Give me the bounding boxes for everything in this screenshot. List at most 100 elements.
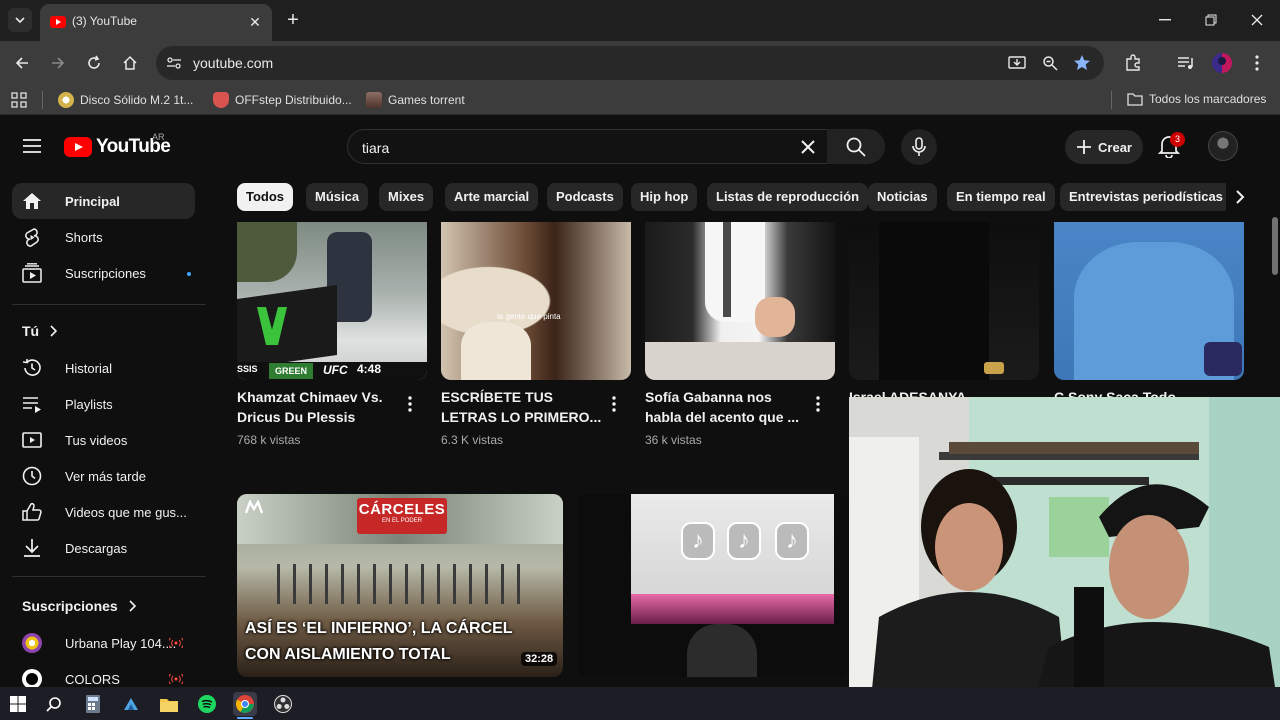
new-tab-button[interactable]: + bbox=[282, 9, 304, 31]
video-title[interactable]: Sofía Gabanna nos habla del acento que ..… bbox=[645, 387, 799, 427]
video-thumbnail-israel[interactable] bbox=[849, 222, 1039, 380]
chrome-icon bbox=[236, 695, 254, 713]
channel-avatar bbox=[22, 669, 42, 687]
video-thumbnail-letras[interactable]: la gente que pinta bbox=[441, 222, 631, 380]
hamburger-menu-icon[interactable] bbox=[22, 138, 42, 154]
download-icon bbox=[24, 539, 40, 557]
chip-entrevistas[interactable]: Entrevistas periodísticas bbox=[1060, 183, 1232, 211]
taskbar-chrome[interactable] bbox=[233, 692, 257, 716]
all-bookmarks-folder[interactable]: Todos los marcadores bbox=[1127, 92, 1266, 106]
sidebar-item-descargas[interactable]: Descargas bbox=[12, 530, 195, 566]
chip-hip-hop[interactable]: Hip hop bbox=[631, 183, 698, 211]
chips-next-button[interactable] bbox=[1226, 183, 1254, 211]
taskbar-spotify[interactable] bbox=[195, 692, 219, 716]
tab-title: (3) YouTube bbox=[72, 14, 137, 28]
extensions-button[interactable] bbox=[1121, 51, 1145, 75]
search-button[interactable] bbox=[827, 129, 885, 164]
sidebar-sub-colors[interactable]: COLORS bbox=[12, 661, 195, 687]
video-views: 768 k vistas bbox=[237, 433, 301, 447]
video-thumbnail-carcel[interactable]: CÁRCELES EN EL PODER ASÍ ES ‘EL INFIERNO… bbox=[237, 494, 563, 677]
video-thumbnail-sofia[interactable] bbox=[645, 222, 835, 380]
youtube-logo[interactable]: YouTube AR bbox=[64, 132, 171, 158]
chip-mixes[interactable]: Mixes bbox=[379, 183, 434, 211]
restore-button[interactable] bbox=[1188, 0, 1234, 40]
chip-musica[interactable]: Música bbox=[306, 183, 369, 211]
forward-button[interactable] bbox=[46, 51, 70, 75]
taskbar-file-explorer[interactable] bbox=[157, 692, 181, 716]
close-tab-icon[interactable]: ✕ bbox=[246, 13, 264, 31]
chip-todos[interactable]: Todos bbox=[237, 183, 294, 211]
video-options-icon[interactable] bbox=[408, 396, 412, 412]
reload-button[interactable] bbox=[82, 51, 106, 75]
active-app-indicator bbox=[237, 717, 253, 719]
media-controls-button[interactable] bbox=[1174, 51, 1198, 75]
sidebar-item-principal[interactable]: Principal bbox=[12, 183, 195, 219]
chip-podcasts[interactable]: Podcasts bbox=[547, 183, 623, 211]
start-button[interactable] bbox=[6, 692, 30, 716]
sidebar-label: Principal bbox=[65, 194, 120, 209]
profile-button[interactable] bbox=[1210, 51, 1234, 75]
clear-search-icon[interactable] bbox=[799, 138, 817, 156]
voice-search-button[interactable] bbox=[901, 129, 937, 165]
close-window-button[interactable] bbox=[1234, 0, 1280, 40]
video-duration: 32:28 bbox=[521, 652, 558, 666]
video-thumbnail-music-stage[interactable]: ♪ ♪ ♪ bbox=[577, 494, 849, 677]
sidebar-item-playlists[interactable]: Playlists bbox=[12, 386, 195, 422]
back-button[interactable] bbox=[10, 51, 34, 75]
taskbar-search[interactable] bbox=[42, 692, 66, 716]
bookmark-star-icon[interactable] bbox=[1073, 54, 1091, 72]
sidebar-item-historial[interactable]: Historial bbox=[12, 350, 195, 386]
video-options-icon[interactable] bbox=[612, 396, 616, 412]
tab-search-button[interactable] bbox=[8, 8, 32, 32]
bookmark-offstep[interactable]: OFFstep Distribuido... bbox=[213, 92, 352, 108]
search-input[interactable]: tiara bbox=[347, 129, 827, 164]
url-text: youtube.com bbox=[193, 55, 274, 71]
chip-arte-marcial[interactable]: Arte marcial bbox=[445, 183, 539, 211]
apps-grid-icon[interactable] bbox=[11, 92, 27, 108]
create-button[interactable]: Crear bbox=[1065, 130, 1143, 164]
browser-toolbar: youtube.com bbox=[0, 41, 1280, 85]
sidebar-label: Tus videos bbox=[65, 433, 128, 448]
chip-en-tiempo-real[interactable]: En tiempo real bbox=[947, 183, 1055, 211]
video-title[interactable]: Khamzat Chimaev Vs. Dricus Du Plessis bbox=[237, 387, 383, 427]
sidebar-item-ver-mas-tarde[interactable]: Ver más tarde bbox=[12, 458, 195, 494]
site-settings-icon[interactable] bbox=[166, 56, 182, 70]
bookmark-games-torrent[interactable]: Games torrent bbox=[366, 92, 465, 108]
video-thumbnail-ufc[interactable]: SSIS GREEN UFC 4:48 bbox=[237, 222, 427, 380]
shorts-icon bbox=[25, 228, 39, 247]
chip-noticias[interactable]: Noticias bbox=[868, 183, 937, 211]
subscriptions-section-header[interactable]: Suscripciones bbox=[22, 598, 136, 614]
scrollbar-thumb[interactable] bbox=[1272, 217, 1278, 275]
video-options-icon[interactable] bbox=[816, 396, 820, 412]
install-app-icon[interactable] bbox=[1008, 55, 1026, 71]
taskbar-obs[interactable] bbox=[271, 692, 295, 716]
home-button[interactable] bbox=[118, 51, 142, 75]
chip-listas[interactable]: Listas de reproducción bbox=[707, 183, 869, 211]
sidebar-item-suscripciones[interactable]: Suscripciones bbox=[12, 255, 195, 291]
sidebar-item-liked-videos[interactable]: Videos que me gus... bbox=[12, 494, 195, 530]
minimize-button[interactable] bbox=[1142, 0, 1188, 40]
taskbar-app-blue[interactable] bbox=[119, 692, 143, 716]
windows-logo-icon bbox=[10, 696, 26, 712]
sidebar-item-shorts[interactable]: Shorts bbox=[12, 219, 195, 255]
history-icon bbox=[22, 359, 41, 376]
live-broadcast-icon bbox=[169, 638, 183, 648]
create-label: Crear bbox=[1098, 139, 1132, 155]
bookmarks-divider bbox=[1111, 91, 1112, 109]
zoom-icon[interactable] bbox=[1042, 55, 1058, 71]
sidebar-item-tus-videos[interactable]: Tus videos bbox=[12, 422, 195, 458]
you-section-header[interactable]: Tú bbox=[22, 323, 58, 339]
puzzle-icon bbox=[1126, 54, 1140, 71]
video-thumbnail-csony[interactable] bbox=[1054, 222, 1244, 380]
bookmarks-divider bbox=[42, 91, 43, 109]
sidebar-label: Urbana Play 104.... bbox=[65, 636, 177, 651]
bookmark-disco[interactable]: Disco Sólido M.2 1t... bbox=[58, 92, 193, 108]
video-title[interactable]: ESCRÍBETE TUS LETRAS LO PRIMERO... bbox=[441, 387, 601, 427]
address-bar[interactable]: youtube.com bbox=[156, 46, 1104, 80]
active-tab[interactable]: (3) YouTube ✕ bbox=[40, 4, 272, 41]
sidebar-sub-urbana-play[interactable]: Urbana Play 104.... bbox=[12, 625, 195, 661]
account-avatar[interactable] bbox=[1208, 131, 1238, 161]
notifications-button[interactable]: 3 bbox=[1158, 132, 1185, 158]
browser-menu-button[interactable] bbox=[1245, 51, 1269, 75]
taskbar-calculator[interactable] bbox=[81, 692, 105, 716]
